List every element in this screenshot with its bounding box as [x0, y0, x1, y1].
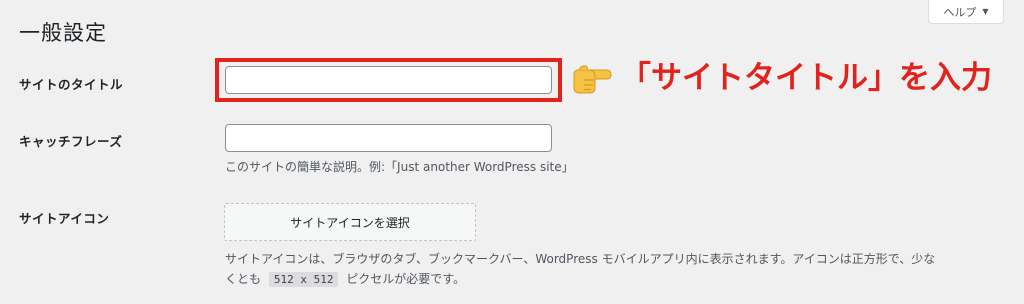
help-tab-label: ヘルプ — [943, 5, 977, 19]
select-site-icon-button-label: サイトアイコンを選択 — [290, 215, 410, 230]
tagline-label: キャッチフレーズ — [19, 134, 123, 149]
site-icon-description-suffix: ピクセルが必要です。 — [346, 272, 466, 286]
site-icon-description-line-2: くとも 512 x 512 ピクセルが必要です。 — [225, 270, 465, 287]
chevron-down-icon: ▼ — [982, 7, 989, 16]
callout-text: 「サイトタイトル」を入力 — [620, 59, 992, 96]
site-icon-label: サイトアイコン — [19, 211, 110, 226]
site-title-callout: 「サイトタイトル」を入力 — [570, 62, 992, 94]
site-icon-size-code: 512 x 512 — [268, 272, 339, 287]
help-tab-button[interactable]: ヘルプ ▼ — [928, 0, 1004, 24]
site-icon-description-line-1: サイトアイコンは、ブラウザのタブ、ブックマークバー、WordPress モバイル… — [225, 252, 936, 266]
site-icon-description-prefix: くとも — [225, 272, 262, 286]
site-title-label: サイトのタイトル — [19, 77, 124, 92]
pointing-right-hand-icon — [573, 65, 612, 94]
page-title: 一般設定 — [19, 21, 107, 45]
select-site-icon-button[interactable]: サイトアイコンを選択 — [224, 203, 476, 241]
tagline-input[interactable] — [225, 124, 552, 152]
tagline-description: このサイトの簡単な説明。例:「Just another WordPress si… — [225, 160, 574, 174]
site-title-input[interactable] — [225, 66, 552, 94]
